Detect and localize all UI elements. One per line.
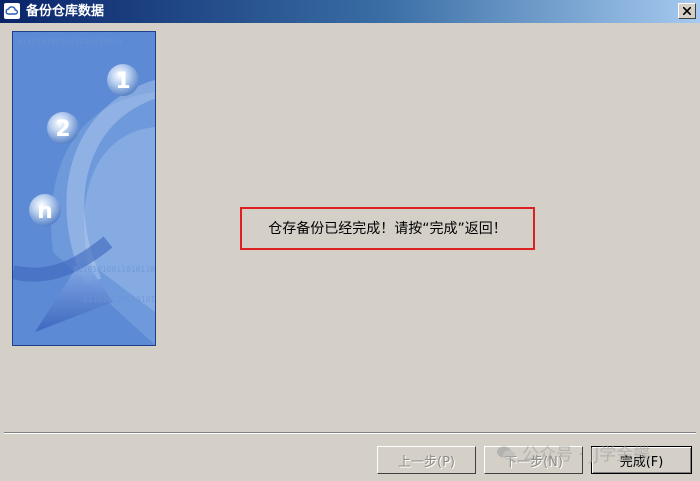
title-bar: 备份仓库数据 <box>0 0 700 23</box>
step-number: 1 <box>115 69 130 94</box>
wizard-side-image: 0110101001101011010011 01101010011010110… <box>12 31 156 346</box>
close-button[interactable] <box>678 3 696 19</box>
window-title: 备份仓库数据 <box>26 4 105 19</box>
step-number: 2 <box>55 117 70 142</box>
completion-message-box: 仓存备份已经完成！请按“完成”返回！ <box>240 207 535 250</box>
watermark-text: 公众号 · JJ学金蝶 <box>522 445 651 465</box>
svg-text:0110101001101011010011: 0110101001101011010011 <box>17 37 123 46</box>
wizard-illustration: 0110101001101011010011 01101010011010110… <box>13 32 155 345</box>
svg-text:0110101001101011010011: 0110101001101011010011 <box>73 265 155 274</box>
wechat-icon <box>497 446 515 460</box>
watermark: 公众号 · JJ学金蝶 <box>496 440 650 465</box>
backup-wizard-window: 备份仓库数据 0110101001101011010011 0110101001… <box>0 0 700 481</box>
cloud-backup-icon <box>4 3 20 19</box>
footer-separator <box>4 432 696 434</box>
prev-step-button[interactable]: 上一步(P) <box>377 446 476 474</box>
completion-message: 仓存备份已经完成！请按“完成”返回！ <box>268 220 507 237</box>
svg-text:0110101001101011010011: 0110101001101011010011 <box>83 295 155 304</box>
prev-step-label: 上一步(P) <box>398 454 455 470</box>
close-icon <box>683 7 691 15</box>
step-number: n <box>37 199 53 224</box>
